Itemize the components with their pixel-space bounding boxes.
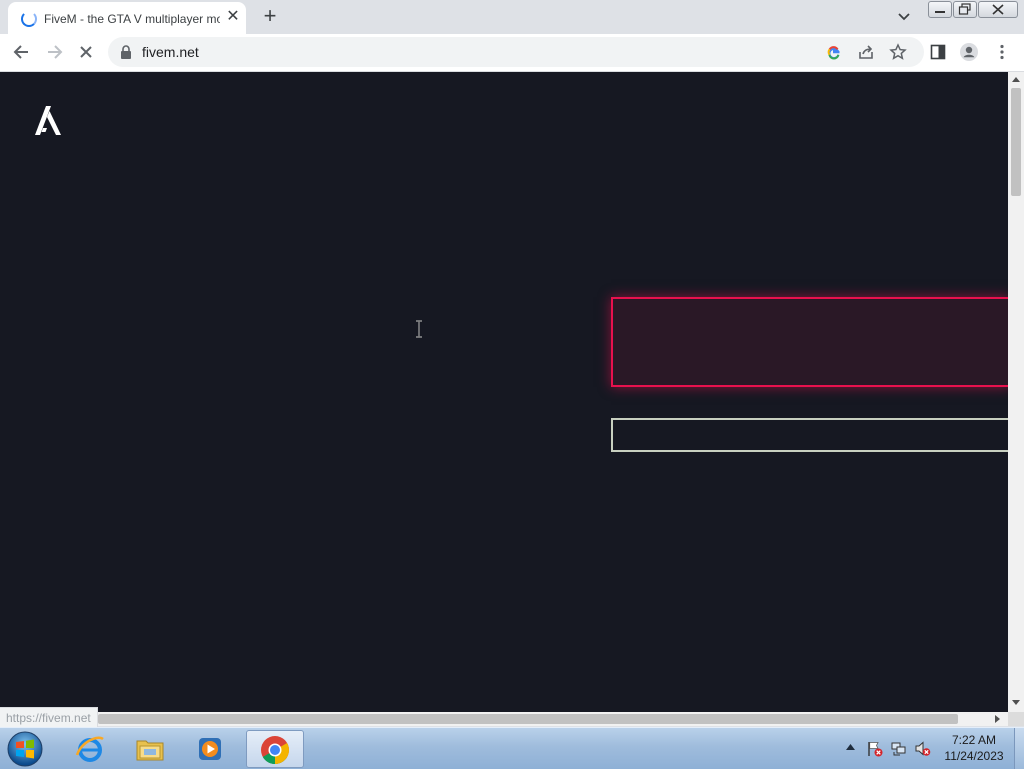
window-minimize-button[interactable] [928, 1, 952, 18]
horizontal-scroll-thumb[interactable] [98, 714, 958, 724]
text-cursor-icon [416, 320, 422, 338]
taskbar-internet-explorer[interactable] [62, 730, 118, 768]
bookmark-star-icon[interactable] [888, 42, 908, 62]
profile-icon[interactable] [959, 42, 979, 62]
network-icon[interactable] [890, 740, 907, 757]
browser-tab[interactable]: FiveM - the GTA V multiplayer mod ✕ [8, 2, 246, 34]
internet-explorer-icon [75, 736, 104, 762]
taskbar-file-explorer[interactable] [122, 730, 178, 768]
scroll-up-arrow-icon[interactable] [1012, 76, 1020, 82]
fivem-logo[interactable] [33, 104, 63, 136]
action-center-flag-icon[interactable] [866, 740, 883, 757]
lock-icon[interactable] [120, 45, 132, 59]
url-text[interactable]: fivem.net [142, 43, 199, 61]
window-close-button[interactable] [978, 1, 1018, 18]
hero-highlight-box [611, 297, 1008, 387]
start-button-icon[interactable] [6, 730, 44, 768]
tab-title: FiveM - the GTA V multiplayer mod [44, 12, 220, 26]
taskbar-media-player[interactable] [182, 730, 238, 768]
vertical-scroll-thumb[interactable] [1011, 88, 1021, 196]
back-arrow-icon[interactable] [12, 42, 32, 62]
tab-close-button[interactable]: ✕ [224, 8, 242, 26]
show-desktop-button[interactable] [1014, 728, 1024, 769]
scroll-down-arrow-icon[interactable] [1012, 700, 1020, 706]
page-viewport [0, 72, 1008, 712]
stop-loading-icon[interactable] [76, 42, 96, 62]
vertical-scrollbar[interactable] [1008, 72, 1024, 712]
file-explorer-icon [136, 740, 164, 761]
show-hidden-icons-icon[interactable] [846, 743, 855, 751]
link-status-bubble: https://fivem.net [0, 707, 98, 728]
forward-arrow-icon[interactable] [44, 42, 64, 62]
google-lens-icon[interactable] [824, 42, 844, 62]
address-bar[interactable]: fivem.net [108, 37, 924, 67]
tab-strip: FiveM - the GTA V multiplayer mod ✕ + [0, 0, 1024, 34]
browser-toolbar: fivem.net [0, 34, 1024, 72]
tab-search-chevron-icon[interactable] [894, 6, 914, 26]
horizontal-scrollbar[interactable] [0, 712, 1008, 726]
kebab-menu-icon[interactable] [992, 42, 1012, 62]
new-tab-button[interactable]: + [258, 4, 282, 28]
clock-time[interactable]: 7:22 AM [938, 733, 1010, 748]
media-player-icon [199, 738, 221, 760]
loading-spinner-icon [21, 11, 37, 27]
clock-date[interactable]: 11/24/2023 [938, 749, 1010, 764]
windows-taskbar: 7:22 AM 11/24/2023 [0, 727, 1024, 769]
outlined-placeholder-box [611, 418, 1008, 452]
side-panel-icon[interactable] [928, 42, 948, 62]
taskbar-chrome[interactable] [246, 730, 304, 768]
scroll-right-arrow-icon[interactable] [995, 715, 1001, 723]
volume-muted-icon[interactable] [914, 740, 931, 757]
scrollbar-corner [1008, 712, 1024, 726]
share-icon[interactable] [856, 42, 876, 62]
window-restore-button[interactable] [953, 1, 977, 18]
chrome-icon [261, 736, 289, 764]
